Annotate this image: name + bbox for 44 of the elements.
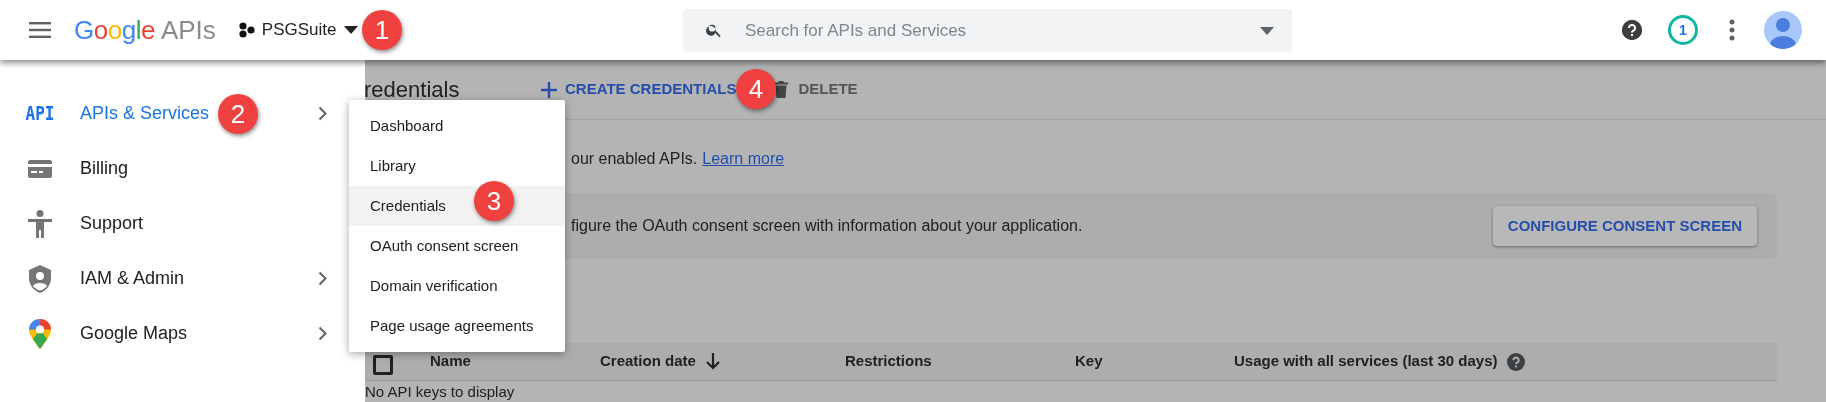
search-field[interactable]: Search for APIs and Services <box>683 9 1292 52</box>
trash-icon <box>774 81 789 98</box>
submenu-item[interactable]: OAuth consent screen <box>349 226 565 266</box>
column-header[interactable]: Restrictions <box>845 350 932 373</box>
sidebar-item[interactable]: IAM & Admin <box>80 265 185 292</box>
sidebar-item[interactable]: APIs & Services <box>80 100 210 127</box>
create-credentials-button[interactable]: CREATE CREDENTIALS <box>539 71 739 108</box>
column-header[interactable]: Name <box>430 350 471 373</box>
caret-icon <box>344 26 359 34</box>
page-title: redentials <box>364 76 461 104</box>
help-icon[interactable] <box>1622 20 1642 40</box>
logo-suffix: APIs <box>160 13 216 47</box>
submenu-item[interactable]: Library <box>349 146 565 186</box>
avatar-icon[interactable] <box>1764 11 1802 49</box>
step-number-tooltip: 4 <box>736 69 776 109</box>
google-logo[interactable]: Google <box>74 10 155 50</box>
intro-text: our enabled APIs. <box>571 149 698 169</box>
configure-consent-button[interactable]: CONFIGURE CONSENT SCREEN <box>1492 206 1757 246</box>
card-icon <box>28 159 52 178</box>
submenu-item[interactable]: Page usage agreements <box>349 306 565 346</box>
column-header[interactable]: Usage with all services (last 30 days) <box>1234 350 1526 373</box>
api-icon: API <box>25 99 55 128</box>
delete-button[interactable]: DELETE <box>774 71 858 108</box>
caret-icon[interactable] <box>1260 27 1274 35</box>
sidebar-item[interactable]: Billing <box>80 155 129 182</box>
hexagon-cluster-icon <box>237 22 256 38</box>
arrow-down-icon[interactable] <box>705 353 720 370</box>
column-header[interactable]: Key <box>1075 350 1103 373</box>
person-icon <box>28 209 52 238</box>
more-icon[interactable] <box>1728 19 1736 41</box>
column-header[interactable]: Creation date <box>600 350 720 373</box>
help-icon[interactable] <box>1507 352 1526 371</box>
learn-more-link[interactable]: Learn more <box>702 147 785 171</box>
project-selector[interactable]: PSGSuite <box>237 10 359 50</box>
empty-message: No API keys to display <box>365 383 516 400</box>
sidebar-item[interactable]: Google Maps <box>80 320 188 347</box>
map-pin-icon <box>29 318 51 349</box>
notification-badge[interactable]: 1 <box>1668 15 1698 45</box>
sidebar-item[interactable]: Support <box>80 210 144 237</box>
submenu-item[interactable]: Dashboard <box>349 106 565 146</box>
banner-text: figure the OAuth consent screen with information about your application. <box>571 216 1083 236</box>
plus-icon <box>541 81 557 98</box>
submenu-item[interactable]: Domain verification <box>349 266 565 306</box>
shield-person-icon <box>28 264 52 293</box>
